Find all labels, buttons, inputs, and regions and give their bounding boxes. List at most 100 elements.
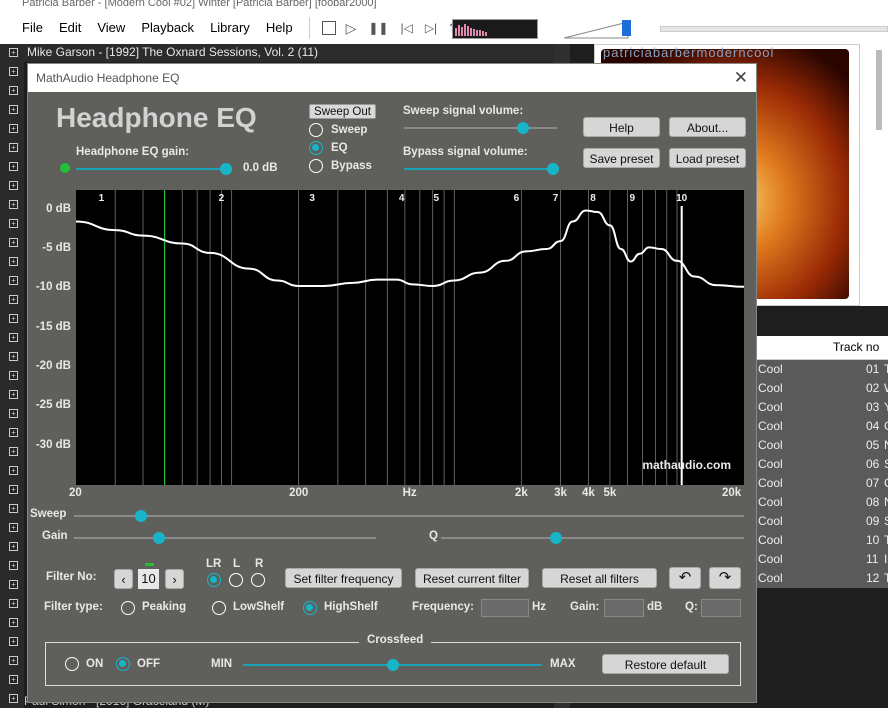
host-title: Patricia Barber - [Modern Cool #02] Wint… <box>22 0 377 9</box>
sweep-slider[interactable] <box>74 510 744 522</box>
sweep-out-label: Sweep Out <box>309 104 376 119</box>
crossfeed-on-radio[interactable] <box>65 657 79 671</box>
q-input[interactable] <box>701 599 741 617</box>
menu-edit[interactable]: Edit <box>51 12 89 44</box>
filter-type-highshelf-radio[interactable] <box>303 601 317 615</box>
filter-type-peaking-label[interactable]: Peaking <box>142 601 186 613</box>
crossfeed-off-label[interactable]: OFF <box>137 658 160 670</box>
close-icon[interactable]: ✕ <box>734 64 748 92</box>
gain-input[interactable] <box>604 599 644 617</box>
filter-next-button[interactable]: › <box>165 569 184 589</box>
gain-field-label: Gain: <box>570 601 600 613</box>
filter-number-field[interactable]: 10 <box>138 569 159 589</box>
y-tick-label: -10 dB <box>35 281 71 294</box>
filter-marker-label: 5 <box>434 193 440 204</box>
channel-r-radio[interactable] <box>251 573 265 587</box>
about-button[interactable]: About... <box>669 117 746 137</box>
crossfeed-on-label[interactable]: ON <box>86 658 103 670</box>
mode-sweep-label[interactable]: Sweep <box>331 124 367 136</box>
frequency-unit: Hz <box>532 601 547 613</box>
playlist-row[interactable]: Cool 01 T <box>757 360 888 379</box>
set-filter-frequency-button[interactable]: Set filter frequency <box>285 568 402 588</box>
playlist-row[interactable]: Cool 08 N <box>757 493 888 512</box>
frequency-input[interactable] <box>481 599 529 617</box>
restore-default-button[interactable]: Restore default <box>602 654 729 674</box>
q-slider-knob[interactable] <box>550 532 563 544</box>
pause-icon[interactable]: ❚❚ <box>368 21 388 35</box>
help-button[interactable]: Help <box>583 117 660 137</box>
stop-icon[interactable] <box>321 21 336 35</box>
channel-lr-radio[interactable] <box>207 573 221 587</box>
playlist-cell-title: T <box>884 571 888 585</box>
gain-slider[interactable] <box>74 532 376 544</box>
sweep-volume-slider-knob[interactable] <box>517 122 530 134</box>
column-track-no[interactable]: Track no <box>833 340 879 354</box>
playlist-row[interactable]: Cool 12 T <box>757 569 888 588</box>
save-preset-button[interactable]: Save preset <box>583 148 660 168</box>
channel-r-label: R <box>255 558 264 570</box>
y-tick-label: 0 dB <box>46 202 71 215</box>
redo-icon[interactable]: ↷ <box>709 567 741 589</box>
library-item-label: Mike Garson - [1992] The Oxnard Sessions… <box>27 45 319 59</box>
reset-all-filters-button[interactable]: Reset all filters <box>542 568 657 588</box>
crossfeed-off-radio[interactable] <box>116 657 130 671</box>
playlist-row[interactable]: Cool 05 N <box>757 436 888 455</box>
mode-eq-radio[interactable] <box>309 141 323 155</box>
playlist-row[interactable]: Cool 04 C <box>757 417 888 436</box>
playlist-row[interactable]: Cool 03 Y <box>757 398 888 417</box>
album-art-scrollbar[interactable] <box>860 44 888 306</box>
crossfeed-slider-knob[interactable] <box>386 659 399 671</box>
menu-playback[interactable]: Playback <box>133 12 202 44</box>
play-icon[interactable]: ▷ <box>346 20 357 37</box>
q-slider[interactable] <box>441 532 744 544</box>
crossfeed-group: Crossfeed ON OFF MIN MAX Restore default <box>45 634 741 686</box>
reset-current-filter-button[interactable]: Reset current filter <box>415 568 529 588</box>
sweep-slider-knob[interactable] <box>135 510 147 522</box>
filter-marker-label: 4 <box>399 193 405 204</box>
mode-bypass-label[interactable]: Bypass <box>331 160 372 172</box>
filter-type-peaking-radio[interactable] <box>121 601 135 615</box>
x-tick-label: 3k <box>554 487 567 499</box>
bypass-volume-slider-knob[interactable] <box>547 163 559 175</box>
playlist-row[interactable]: Cool 07 C <box>757 474 888 493</box>
next-icon[interactable]: ▷| <box>425 21 437 35</box>
menu-library[interactable]: Library <box>202 12 258 44</box>
eq-response-plot[interactable]: 1 2 3 4 5 6 7 8 9 10 mathaudio.com <box>75 190 745 485</box>
playlist-cell-track-no: 01 <box>866 362 880 376</box>
mode-eq-label[interactable]: EQ <box>331 142 348 154</box>
menu-view[interactable]: View <box>89 12 133 44</box>
playlist-cell-track-no: 12 <box>866 571 880 585</box>
sweep-volume-slider[interactable] <box>404 122 557 134</box>
library-tree-item[interactable]: Mike Garson - [1992] The Oxnard Sessions… <box>24 44 554 62</box>
crossfeed-slider[interactable] <box>243 659 542 671</box>
x-tick-label: 20k <box>722 487 742 499</box>
filter-type-lowshelf-label[interactable]: LowShelf <box>233 601 284 613</box>
mode-sweep-radio[interactable] <box>309 123 323 137</box>
playlist-row[interactable]: Cool 06 S <box>757 455 888 474</box>
playlist-row[interactable]: Cool 11 I <box>757 550 888 569</box>
bypass-volume-slider[interactable] <box>404 163 559 175</box>
playlist: Cool 01 T Cool 02 W Cool 03 Y Cool 04 C Cool 05 N Cool 0… <box>757 360 888 588</box>
menu-file[interactable]: File <box>14 12 51 44</box>
undo-icon[interactable]: ↶ <box>669 567 701 589</box>
playlist-row[interactable]: Cool 02 W <box>757 379 888 398</box>
filter-prev-button[interactable]: ‹ <box>114 569 133 589</box>
previous-icon[interactable]: |◁ <box>400 21 412 35</box>
power-indicator-icon[interactable] <box>60 163 70 173</box>
filter-type-highshelf-label[interactable]: HighShelf <box>324 601 378 613</box>
seek-bar[interactable] <box>660 26 888 32</box>
mode-bypass-radio[interactable] <box>309 159 323 173</box>
menu-help[interactable]: Help <box>258 12 301 44</box>
eq-gain-slider-knob[interactable] <box>220 163 232 175</box>
eq-gain-slider[interactable] <box>76 163 232 175</box>
filter-type-lowshelf-radio[interactable] <box>212 601 226 615</box>
playlist-row[interactable]: Cool 09 S <box>757 512 888 531</box>
gain-slider-knob[interactable] <box>152 532 165 544</box>
volume-slider[interactable] <box>560 18 638 40</box>
eq-response-chart[interactable]: 1 2 3 4 5 6 7 8 9 10 <box>75 190 745 485</box>
channel-l-radio[interactable] <box>229 573 243 587</box>
playlist-header: Track no <box>757 336 888 360</box>
playlist-row[interactable]: Cool 10 T <box>757 531 888 550</box>
playlist-cell-title: Y <box>884 398 888 417</box>
load-preset-button[interactable]: Load preset <box>669 148 746 168</box>
